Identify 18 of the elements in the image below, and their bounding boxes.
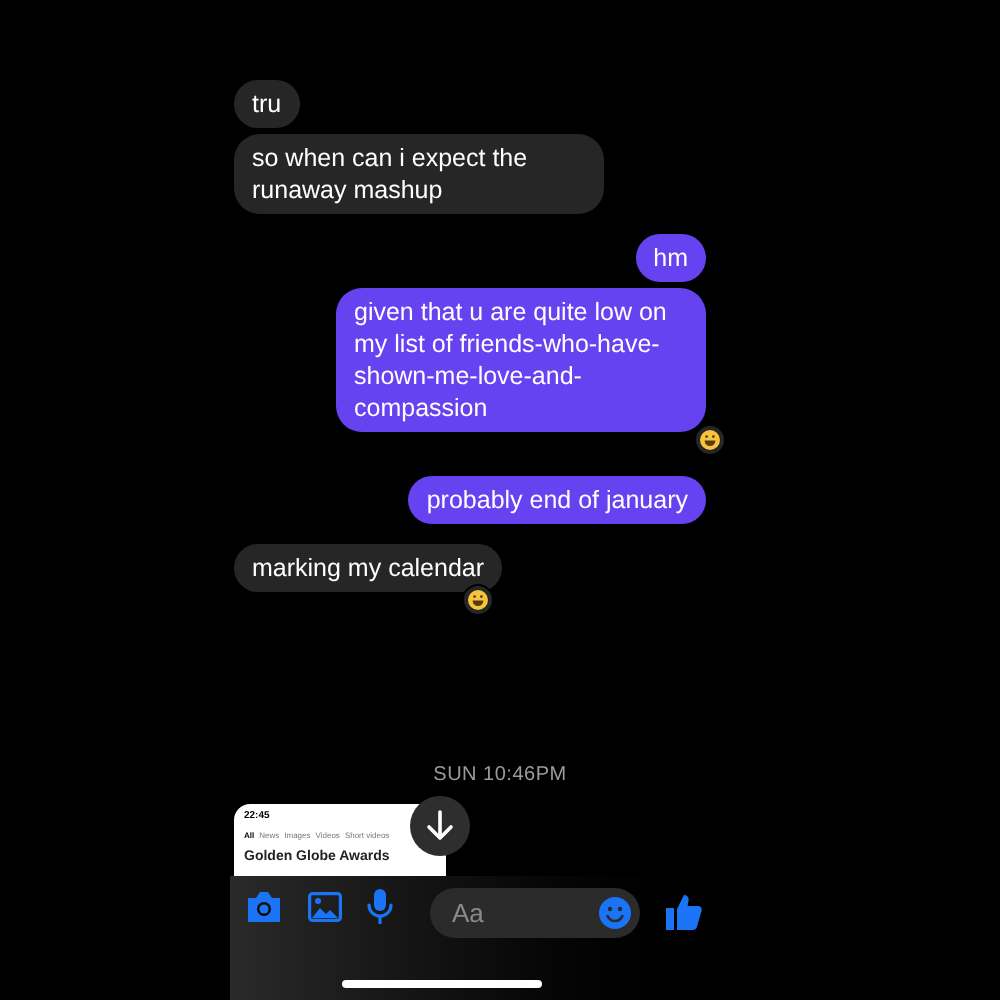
image-icon[interactable]	[308, 891, 342, 921]
message-bubble: tru	[234, 80, 300, 128]
message-bubble: given that u are quite low on my list of friends-who-have-shown-me-love-and-compassion	[336, 288, 706, 432]
message-bubble: probably end of january	[408, 476, 706, 524]
reaction-badge[interactable]	[462, 584, 494, 616]
reaction-badge[interactable]	[694, 424, 726, 456]
down-arrow-icon	[426, 810, 454, 842]
emoji-icon[interactable]	[598, 896, 632, 930]
scroll-down-button[interactable]	[410, 796, 470, 856]
thumbs-up-icon[interactable]	[666, 892, 702, 930]
message-bubble: hm	[635, 234, 706, 282]
message-bubble: so when can i expect the runaway mashup	[234, 134, 604, 214]
message-bubble: marking my calendar	[234, 544, 503, 592]
grinning-face-icon	[468, 590, 488, 610]
grinning-face-icon	[700, 430, 720, 450]
microphone-icon[interactable]	[366, 888, 394, 924]
camera-icon[interactable]	[244, 889, 284, 923]
timestamp: SUN 10:46PM	[431, 762, 569, 790]
